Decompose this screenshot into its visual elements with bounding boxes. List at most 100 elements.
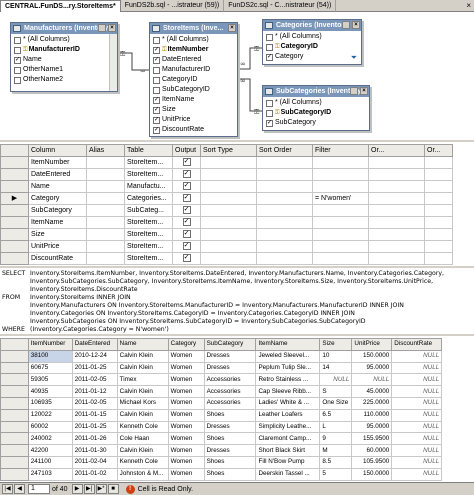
table-categories-title[interactable]: Categories (Inventory) × bbox=[263, 20, 361, 31]
minimize-icon[interactable] bbox=[342, 21, 350, 29]
column-checkbox[interactable] bbox=[14, 36, 21, 44]
result-cell[interactable]: Shoes bbox=[203, 408, 257, 422]
criteria-header[interactable]: Sort Type bbox=[200, 144, 257, 157]
criteria-row[interactable]: DiscountRate StoreItem... ✓ bbox=[0, 252, 453, 265]
criteria-or-cell[interactable] bbox=[424, 192, 453, 205]
result-cell[interactable]: Women bbox=[167, 361, 205, 375]
criteria-sorttype-cell[interactable] bbox=[200, 252, 257, 265]
criteria-header[interactable]: Or... bbox=[368, 144, 425, 157]
criteria-row[interactable]: DateEntered StoreItem... ✓ bbox=[0, 168, 453, 181]
result-cell[interactable]: Peplum Tulip Sle... bbox=[255, 361, 321, 375]
result-cell[interactable]: 45.0000 bbox=[351, 385, 393, 398]
results-grid[interactable]: ItemNumber DateEntered Name Category SubCate… bbox=[0, 338, 474, 481]
result-cell[interactable]: 2010-12-24 bbox=[71, 349, 118, 363]
output-checkbox[interactable]: ✓ bbox=[182, 158, 191, 167]
output-checkbox[interactable]: ✓ bbox=[182, 218, 191, 227]
table-manufacturers[interactable]: Manufacturers (Inventory) × * (All Colum… bbox=[10, 22, 118, 92]
criteria-column-cell[interactable]: Size bbox=[28, 228, 87, 241]
criteria-header[interactable]: Alias bbox=[86, 144, 125, 157]
table-row[interactable]: 247103 2011-01-02 Johnston & M... Women Shoe… bbox=[0, 467, 474, 481]
table-row[interactable]: 60675 2011-01-25 Calvin Klein Women Dresses P… bbox=[0, 361, 474, 375]
results-header[interactable]: ItemNumber bbox=[27, 338, 73, 351]
criteria-or-cell[interactable] bbox=[424, 216, 453, 229]
result-cell[interactable]: 2011-01-12 bbox=[71, 385, 118, 398]
result-cell[interactable]: Women bbox=[167, 349, 205, 363]
close-icon[interactable]: × bbox=[466, 0, 471, 12]
criteria-table-cell[interactable]: SubCateg... bbox=[124, 204, 173, 217]
column-checkbox[interactable]: ✓ bbox=[266, 53, 273, 61]
close-icon[interactable]: × bbox=[352, 21, 360, 29]
criteria-or-cell[interactable] bbox=[424, 168, 453, 181]
table-column-row[interactable]: * (All Columns) bbox=[12, 35, 117, 45]
criteria-sorttype-cell[interactable] bbox=[200, 168, 257, 181]
criteria-column-cell[interactable]: ItemName bbox=[28, 216, 87, 229]
table-column-row[interactable]: * (All Columns) bbox=[264, 32, 361, 42]
results-pane[interactable]: ItemNumber DateEntered Name Category SubCate… bbox=[0, 338, 474, 482]
results-header[interactable]: Category bbox=[167, 338, 205, 351]
table-column-row[interactable]: ✓ ⚿ ItemNumber bbox=[151, 45, 237, 55]
result-cell[interactable]: Timex bbox=[116, 373, 169, 387]
table-column-row[interactable]: OtherName1 bbox=[12, 65, 117, 75]
result-cell[interactable]: 2011-02-04 bbox=[71, 455, 118, 469]
criteria-sortorder-cell[interactable] bbox=[256, 240, 313, 253]
table-column-row[interactable]: ✓ Size bbox=[151, 105, 237, 115]
criteria-alias-cell[interactable] bbox=[86, 216, 125, 229]
result-cell[interactable]: M bbox=[319, 444, 353, 457]
criteria-filter-cell[interactable] bbox=[312, 204, 369, 217]
row-selector[interactable] bbox=[0, 444, 29, 457]
criteria-sorttype-cell[interactable] bbox=[200, 204, 257, 217]
criteria-sortorder-cell[interactable] bbox=[256, 216, 313, 229]
result-cell[interactable]: Simplicity Leathe... bbox=[255, 420, 321, 434]
criteria-header[interactable]: Table bbox=[124, 144, 173, 157]
criteria-filter-cell[interactable] bbox=[312, 216, 369, 229]
criteria-column-cell[interactable]: SubCategory bbox=[28, 204, 87, 217]
row-selector[interactable] bbox=[0, 216, 29, 229]
result-cell[interactable]: Shoes bbox=[203, 455, 257, 469]
criteria-column-cell[interactable]: DateEntered bbox=[28, 168, 87, 181]
table-row[interactable]: 241100 2011-02-04 Kenneth Cole Women Shoes Fi… bbox=[0, 455, 474, 469]
table-column-row[interactable]: ✓ SubCategory bbox=[264, 118, 369, 128]
result-cell[interactable]: Calvin Klein bbox=[116, 444, 169, 457]
criteria-alias-cell[interactable] bbox=[86, 180, 125, 193]
criteria-or-cell[interactable] bbox=[368, 252, 425, 265]
results-header[interactable]: UnitPrice bbox=[351, 338, 393, 351]
table-manufacturers-title[interactable]: Manufacturers (Inventory) × bbox=[11, 23, 117, 34]
result-cell[interactable]: Dresses bbox=[203, 349, 257, 363]
result-cell[interactable]: Dresses bbox=[203, 420, 257, 434]
table-row[interactable]: 59305 2011-02-05 Timex Women Accessories Retr… bbox=[0, 373, 474, 387]
criteria-alias-cell[interactable] bbox=[86, 204, 125, 217]
criteria-table-cell[interactable]: Categories... bbox=[124, 192, 173, 205]
table-row[interactable]: 106935 2011-02-05 Michael Kors Women Accesso… bbox=[0, 396, 474, 410]
output-checkbox[interactable]: ✓ bbox=[182, 194, 191, 203]
result-cell[interactable]: Michael Kors bbox=[116, 396, 169, 410]
table-row[interactable]: 60002 2011-01-25 Kenneth Cole Women Dresses S… bbox=[0, 420, 474, 434]
criteria-column-cell[interactable]: ItemNumber bbox=[28, 156, 87, 169]
criteria-sortorder-cell[interactable] bbox=[256, 228, 313, 241]
result-cell[interactable]: 42200 bbox=[27, 444, 73, 457]
result-cell[interactable]: 150.0000 bbox=[351, 467, 393, 481]
table-column-row[interactable]: CategoryID bbox=[151, 75, 237, 85]
criteria-output-cell[interactable]: ✓ bbox=[172, 156, 201, 169]
result-cell[interactable]: NULL bbox=[391, 444, 443, 457]
criteria-filter-cell[interactable] bbox=[312, 252, 369, 265]
column-checkbox[interactable] bbox=[14, 66, 21, 74]
column-checkbox[interactable] bbox=[153, 66, 160, 74]
result-cell[interactable]: Ladies' White & ... bbox=[255, 396, 321, 410]
output-checkbox[interactable]: ✓ bbox=[182, 242, 191, 251]
criteria-grid[interactable]: Column Alias Table Output Sort Type Sort Orde… bbox=[0, 144, 453, 265]
criteria-sortorder-cell[interactable] bbox=[256, 168, 313, 181]
table-row[interactable]: 38100 2010-12-24 Calvin Klein Women Dresses J… bbox=[0, 349, 474, 363]
criteria-header[interactable]: Filter bbox=[312, 144, 369, 157]
criteria-output-cell[interactable]: ✓ bbox=[172, 228, 201, 241]
result-cell[interactable]: Women bbox=[167, 467, 205, 481]
result-cell[interactable]: 60002 bbox=[27, 420, 73, 434]
table-row[interactable]: 40935 2011-01-12 Calvin Klein Women Accessor… bbox=[0, 385, 474, 398]
column-checkbox[interactable] bbox=[153, 76, 160, 84]
result-cell[interactable]: Women bbox=[167, 420, 205, 434]
criteria-sorttype-cell[interactable] bbox=[200, 156, 257, 169]
column-checkbox[interactable] bbox=[153, 36, 160, 44]
criteria-or-cell[interactable] bbox=[368, 168, 425, 181]
result-cell[interactable]: 150.0000 bbox=[351, 349, 393, 363]
column-checkbox[interactable]: ✓ bbox=[153, 116, 160, 124]
result-cell[interactable]: 2011-01-26 bbox=[71, 432, 118, 446]
